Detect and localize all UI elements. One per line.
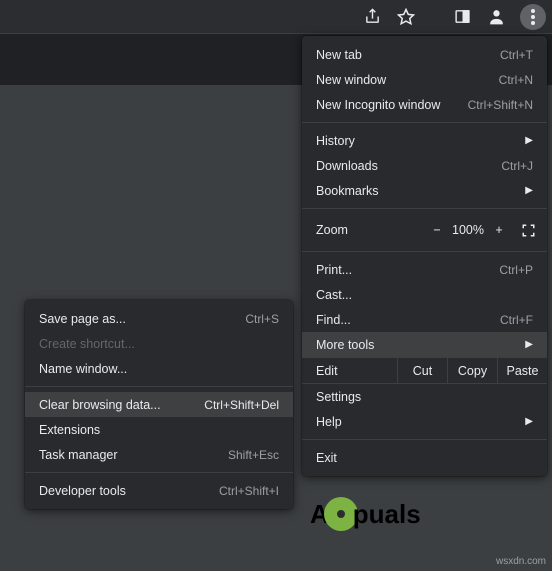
menu-downloads[interactable]: Downloads Ctrl+J [302, 153, 547, 178]
menu-label: Find... [316, 313, 351, 327]
share-icon[interactable] [362, 7, 382, 27]
bookmark-star-icon[interactable] [396, 7, 416, 27]
menu-label: Settings [316, 390, 361, 404]
menu-label: Exit [316, 451, 337, 465]
menu-label: Help [316, 415, 342, 429]
menu-separator [302, 251, 547, 252]
menu-new-tab[interactable]: New tab Ctrl+T [302, 42, 547, 67]
menu-history[interactable]: History ▶ [302, 128, 547, 153]
fullscreen-icon[interactable] [513, 223, 543, 238]
menu-shortcut: Ctrl+N [499, 73, 533, 87]
chevron-right-icon: ▶ [525, 416, 533, 427]
menu-separator [302, 208, 547, 209]
more-tools-submenu: Save page as... Ctrl+S Create shortcut..… [25, 300, 293, 509]
submenu-clear-browsing-data[interactable]: Clear browsing data... Ctrl+Shift+Del [25, 392, 293, 417]
menu-print[interactable]: Print... Ctrl+P [302, 257, 547, 282]
menu-separator [302, 122, 547, 123]
menu-new-window[interactable]: New window Ctrl+N [302, 67, 547, 92]
menu-label: Create shortcut... [39, 337, 135, 351]
kebab-menu-icon[interactable] [520, 4, 546, 30]
sidepanel-icon[interactable] [452, 7, 472, 27]
watermark-text: wsxdn.com [496, 556, 546, 567]
menu-label: History [316, 134, 355, 148]
menu-help[interactable]: Help ▶ [302, 409, 547, 434]
menu-label: New window [316, 73, 386, 87]
menu-more-tools[interactable]: More tools ▶ [302, 332, 547, 357]
menu-label: Downloads [316, 159, 378, 173]
chevron-right-icon: ▶ [525, 135, 533, 146]
edit-cut-button[interactable]: Cut [397, 358, 447, 383]
submenu-extensions[interactable]: Extensions [25, 417, 293, 442]
menu-shortcut: Ctrl+P [499, 263, 533, 277]
submenu-name-window[interactable]: Name window... [25, 356, 293, 381]
submenu-task-manager[interactable]: Task manager Shift+Esc [25, 442, 293, 467]
menu-label: Bookmarks [316, 184, 379, 198]
menu-label: Name window... [39, 362, 127, 376]
browser-toolbar [0, 0, 552, 34]
edit-label: Edit [302, 358, 397, 383]
zoom-label: Zoom [316, 223, 423, 237]
menu-label: Extensions [39, 423, 100, 437]
chevron-right-icon: ▶ [525, 185, 533, 196]
menu-label: New tab [316, 48, 362, 62]
menu-edit-row: Edit Cut Copy Paste [302, 357, 547, 384]
edit-paste-button[interactable]: Paste [497, 358, 547, 383]
brand-text: puals [353, 499, 421, 530]
menu-shortcut: Shift+Esc [228, 448, 279, 462]
menu-exit[interactable]: Exit [302, 445, 547, 470]
menu-bookmarks[interactable]: Bookmarks ▶ [302, 178, 547, 203]
menu-label: Save page as... [39, 312, 126, 326]
menu-label: Clear browsing data... [39, 398, 161, 412]
submenu-create-shortcut: Create shortcut... [25, 331, 293, 356]
menu-label: Developer tools [39, 484, 126, 498]
submenu-developer-tools[interactable]: Developer tools Ctrl+Shift+I [25, 478, 293, 503]
profile-icon[interactable] [486, 7, 506, 27]
menu-cast[interactable]: Cast... [302, 282, 547, 307]
menu-separator [25, 472, 293, 473]
menu-label: Task manager [39, 448, 118, 462]
menu-shortcut: Ctrl+S [245, 312, 279, 326]
menu-shortcut: Ctrl+Shift+Del [204, 398, 279, 412]
zoom-value: 100% [451, 218, 485, 242]
menu-shortcut: Ctrl+F [500, 313, 533, 327]
zoom-in-button[interactable]: + [485, 223, 513, 237]
chrome-main-menu: New tab Ctrl+T New window Ctrl+N New Inc… [302, 36, 547, 476]
menu-label: Print... [316, 263, 352, 277]
edit-copy-button[interactable]: Copy [447, 358, 497, 383]
menu-zoom-row: Zoom − 100% + [302, 214, 547, 246]
menu-label: Cast... [316, 288, 352, 302]
menu-separator [302, 439, 547, 440]
menu-separator [25, 386, 293, 387]
chevron-right-icon: ▶ [525, 339, 533, 350]
brand-logo: A puals [310, 497, 421, 531]
menu-shortcut: Ctrl+Shift+N [468, 98, 533, 112]
menu-label: More tools [316, 338, 374, 352]
zoom-out-button[interactable]: − [423, 223, 451, 237]
menu-find[interactable]: Find... Ctrl+F [302, 307, 547, 332]
menu-shortcut: Ctrl+J [501, 159, 533, 173]
menu-new-incognito[interactable]: New Incognito window Ctrl+Shift+N [302, 92, 547, 117]
menu-shortcut: Ctrl+Shift+I [219, 484, 279, 498]
menu-shortcut: Ctrl+T [500, 48, 533, 62]
submenu-save-page[interactable]: Save page as... Ctrl+S [25, 306, 293, 331]
menu-settings[interactable]: Settings [302, 384, 547, 409]
menu-label: New Incognito window [316, 98, 440, 112]
